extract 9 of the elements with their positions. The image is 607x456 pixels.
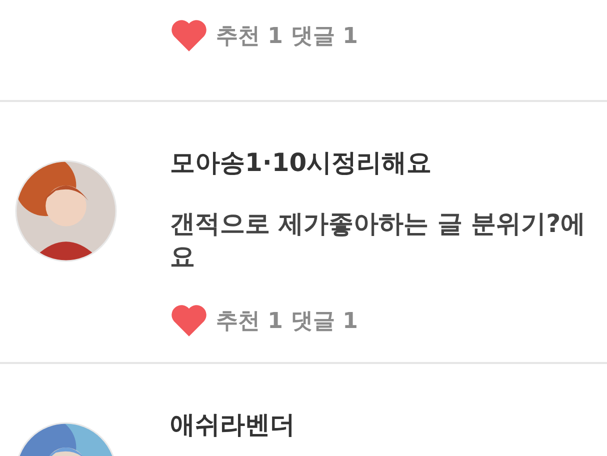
recommend-count: 추천 1 (216, 308, 283, 336)
author-name: 애쉬라벤더 (170, 409, 295, 441)
post-text: 갠적으로 제가좋아하는 글 분위기?에요 (170, 208, 587, 273)
author-name: 모아송1·10시정리해요 (170, 147, 433, 179)
heart-icon[interactable] (170, 303, 208, 338)
heart-icon[interactable] (170, 18, 208, 53)
recommend-count: 추천 1 (216, 22, 283, 50)
comment-count: 댓글 1 (290, 22, 358, 50)
comment-count: 댓글 1 (290, 308, 358, 336)
